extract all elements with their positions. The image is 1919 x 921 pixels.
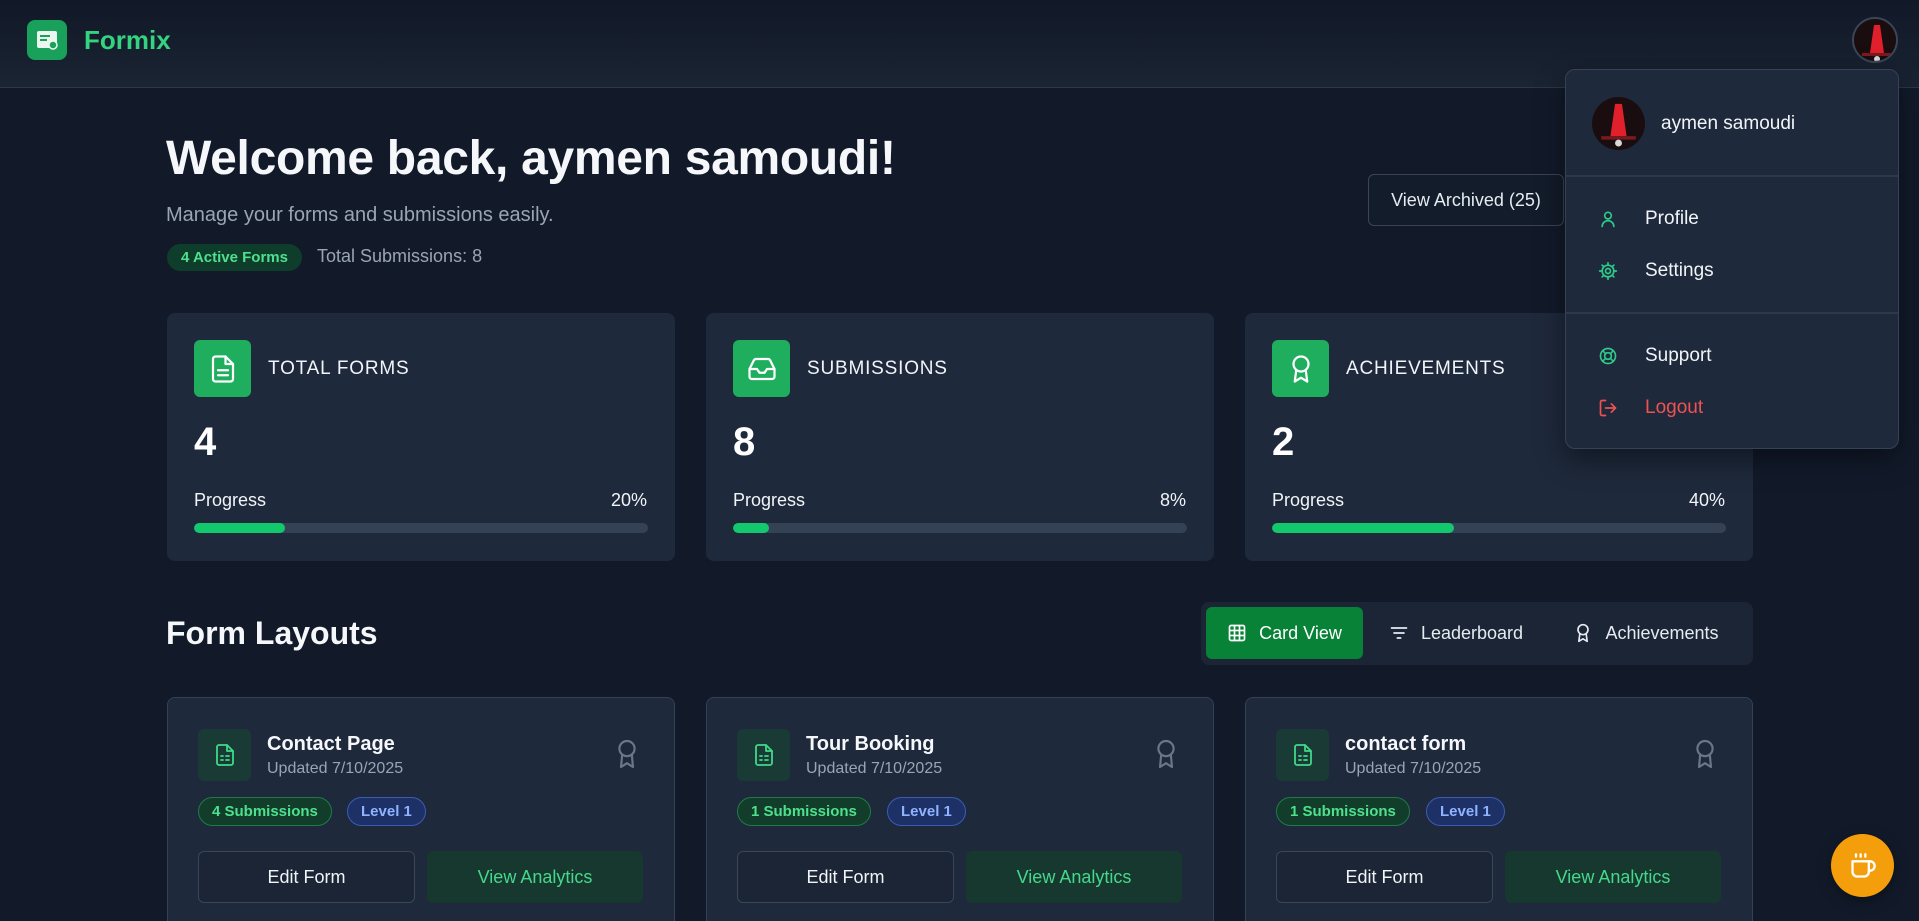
welcome-heading: Welcome back, aymen samoudi! <box>166 132 896 185</box>
total-submissions-text: Total Submissions: 8 <box>317 246 483 266</box>
user-avatar-button[interactable] <box>1852 17 1898 63</box>
file-text-icon <box>198 729 251 781</box>
submissions-badge: 4 Submissions <box>198 797 332 826</box>
view-archived-button[interactable]: View Archived (25) <box>1368 174 1564 226</box>
menu-item-label: Logout <box>1645 397 1704 418</box>
level-badge: Level 1 <box>1426 797 1505 826</box>
progress-percent: 8% <box>1159 490 1186 510</box>
form-name[interactable]: Contact Page <box>267 733 395 756</box>
progress-percent: 20% <box>610 490 647 510</box>
form-name[interactable]: Tour Booking <box>806 733 935 756</box>
submissions-badge: 1 Submissions <box>1276 797 1410 826</box>
stat-card-total-forms: TOTAL FORMS 4 Progress 20% <box>167 313 675 561</box>
tab-label: Leaderboard <box>1420 622 1524 643</box>
menu-item-logout[interactable]: Logout <box>1566 387 1898 429</box>
file-text-icon <box>1276 729 1329 781</box>
submissions-badge: 1 Submissions <box>737 797 871 826</box>
dropdown-username: aymen samoudi <box>1661 113 1796 134</box>
award-icon[interactable] <box>614 738 640 770</box>
edit-form-button[interactable]: Edit Form <box>1276 851 1493 903</box>
section-title: Form Layouts <box>166 615 378 651</box>
view-toggle: Card View Leaderboard Achievements <box>1201 602 1753 665</box>
tab-label: Card View <box>1259 622 1342 643</box>
tab-card-view[interactable]: Card View <box>1206 607 1363 659</box>
menu-item-settings[interactable]: Settings <box>1566 250 1898 292</box>
progress-bar <box>1272 523 1726 533</box>
menu-item-label: Support <box>1645 345 1712 366</box>
progress-percent: 40% <box>1688 490 1725 510</box>
tab-leaderboard[interactable]: Leaderboard <box>1371 607 1541 659</box>
app-name[interactable]: Formix <box>84 25 171 56</box>
edit-form-button[interactable]: Edit Form <box>737 851 954 903</box>
app-logo-icon[interactable] <box>27 20 67 60</box>
stat-value: 2 <box>1272 420 1295 464</box>
gear-icon <box>1598 261 1618 281</box>
active-forms-badge: 4 Active Forms <box>167 244 302 271</box>
grid-icon <box>1227 623 1247 643</box>
progress-fill <box>1272 523 1454 533</box>
file-text-icon <box>194 340 251 397</box>
menu-item-label: Settings <box>1645 260 1714 281</box>
progress-fill <box>733 523 770 533</box>
form-updated: Updated 7/10/2025 <box>806 760 943 777</box>
award-icon <box>1272 340 1329 397</box>
award-icon[interactable] <box>1692 738 1718 770</box>
form-updated: Updated 7/10/2025 <box>267 760 404 777</box>
avatar <box>1592 97 1645 150</box>
logout-icon <box>1598 398 1618 418</box>
award-icon <box>1573 623 1593 643</box>
form-card: Tour Booking Updated 7/10/2025 1 Submiss… <box>706 697 1214 921</box>
coffee-icon <box>1849 852 1877 880</box>
stat-title: ACHIEVEMENTS <box>1346 358 1506 379</box>
file-text-icon <box>737 729 790 781</box>
menu-item-support[interactable]: Support <box>1566 335 1898 377</box>
stat-value: 8 <box>733 420 756 464</box>
user-icon <box>1598 209 1618 229</box>
form-name[interactable]: contact form <box>1345 733 1466 756</box>
progress-label: Progress <box>733 490 806 510</box>
view-analytics-button[interactable]: View Analytics <box>427 851 643 903</box>
menu-item-profile[interactable]: Profile <box>1566 198 1898 240</box>
progress-bar <box>733 523 1187 533</box>
stat-card-submissions: SUBMISSIONS 8 Progress 8% <box>706 313 1214 561</box>
edit-form-button[interactable]: Edit Form <box>198 851 415 903</box>
stat-title: TOTAL FORMS <box>268 358 410 379</box>
user-dropdown-menu: aymen samoudi Profile Settings Support L… <box>1565 69 1899 449</box>
stat-value: 4 <box>194 420 217 464</box>
progress-label: Progress <box>1272 490 1345 510</box>
coffee-button[interactable] <box>1831 834 1894 897</box>
award-icon[interactable] <box>1153 738 1179 770</box>
lifebuoy-icon <box>1598 346 1618 366</box>
form-card: contact form Updated 7/10/2025 1 Submiss… <box>1245 697 1753 921</box>
filter-icon <box>1389 623 1409 643</box>
progress-label: Progress <box>194 490 267 510</box>
level-badge: Level 1 <box>887 797 966 826</box>
divider <box>1566 175 1898 177</box>
level-badge: Level 1 <box>347 797 426 826</box>
progress-fill <box>194 523 285 533</box>
welcome-subtitle: Manage your forms and submissions easily… <box>166 204 554 226</box>
tab-label: Achievements <box>1605 622 1719 643</box>
view-analytics-button[interactable]: View Analytics <box>1505 851 1721 903</box>
tab-achievements[interactable]: Achievements <box>1546 607 1746 659</box>
menu-item-label: Profile <box>1645 208 1699 229</box>
inbox-icon <box>733 340 790 397</box>
form-updated: Updated 7/10/2025 <box>1345 760 1482 777</box>
stat-title: SUBMISSIONS <box>807 358 948 379</box>
view-analytics-button[interactable]: View Analytics <box>966 851 1182 903</box>
form-card: Contact Page Updated 7/10/2025 4 Submiss… <box>167 697 675 921</box>
progress-bar <box>194 523 648 533</box>
divider <box>1566 312 1898 314</box>
